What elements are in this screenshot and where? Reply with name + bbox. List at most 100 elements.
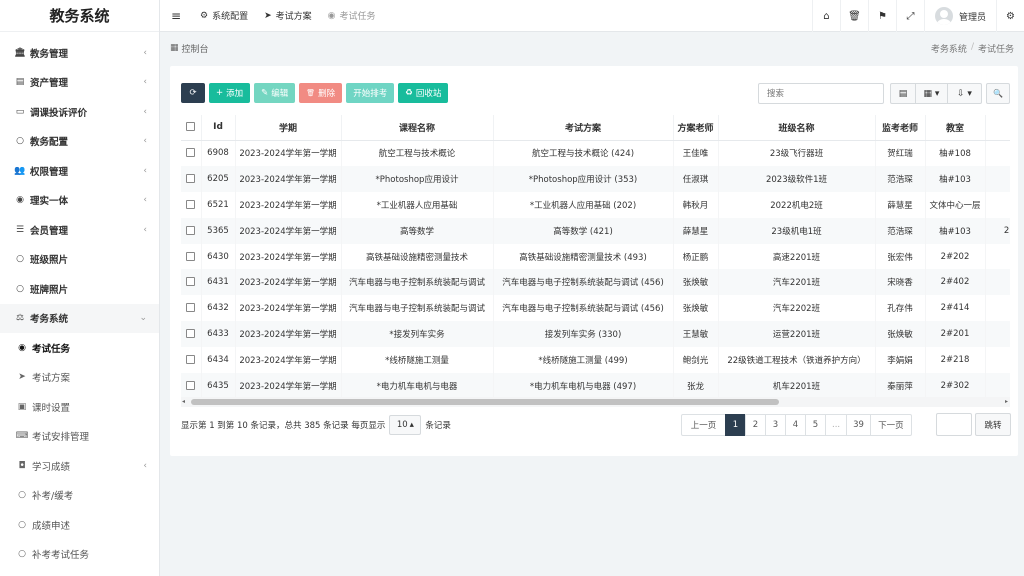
row-checkbox[interactable] [186,148,196,158]
sidebar-item[interactable]: ○ 班牌照片 [0,274,159,304]
checkbox-cell[interactable] [181,373,202,397]
row-checkbox[interactable] [186,355,196,365]
sidebar-item[interactable]: ☰ 会员管理 ‹ [0,215,159,245]
sidebar-item[interactable]: ⌨ 考试安排管理 [0,422,159,452]
table-row[interactable]: 6431 2023-2024学年第一学期 汽车电器与电子控制系统装配与调试 汽车电器与… [181,269,1010,296]
menu-toggle-icon[interactable]: ≡ [160,9,192,23]
top-tab[interactable]: ◉ 考试任务 [320,0,384,32]
checkbox-cell[interactable] [181,269,202,296]
search-input[interactable] [758,83,884,104]
row-checkbox[interactable] [186,277,196,287]
page-button[interactable]: 5 [805,414,826,436]
checkbox-cell[interactable] [181,347,202,374]
language-icon[interactable]: ⚑ [867,0,896,32]
table-cell: 2022机电2班 [718,191,876,218]
settings-icon[interactable]: ⚙ [996,0,1024,32]
sidebar-item[interactable]: ◉ 理实一体 ‹ [0,186,159,216]
page-size-select[interactable]: 10 ▴ [389,414,422,435]
home-icon[interactable]: ⌂ [811,0,840,32]
breadcrumb-item[interactable]: 考务系统 [931,42,967,55]
table-row[interactable]: 6433 2023-2024学年第一学期 *接发列车实务 接发列车实务 (330) 王慧… [181,321,1010,348]
table-cell: *电力机车电机与电器 (497) [493,373,674,397]
table-row[interactable]: 6434 2023-2024学年第一学期 *线桥隧施工测量 *线桥隧施工测量 (499… [181,347,1010,374]
table-cell: 23级飞行器班 [718,140,876,166]
page-button[interactable]: 1 [725,414,746,436]
sidebar-item[interactable]: ▣ 课时设置 [0,392,159,422]
trash-icon[interactable]: 🗑 [839,0,868,32]
sidebar-item[interactable]: ▤ 资产管理 ‹ [0,68,159,98]
sidebar-item[interactable]: ⚖ 考务系统 ⌄ [0,303,159,333]
next-page-button[interactable]: 下一页 [869,414,912,436]
prev-page-button[interactable]: 上一页 [681,414,726,436]
row-checkbox[interactable] [186,173,196,183]
sidebar-item[interactable]: ○ 成绩申述 [0,510,159,540]
arrange-exam-button[interactable]: 开始排考 [346,83,395,103]
delete-button[interactable]: 🗑 删除 [299,83,343,103]
row-checkbox[interactable] [186,329,196,339]
jump-button[interactable]: 跳转 [975,413,1011,436]
dashboard-link[interactable]: ▦ 控制台 [170,42,209,55]
horizontal-scrollbar[interactable]: ◂ ▸ [181,397,1010,407]
sidebar-item[interactable]: ○ 补考/缓考 [0,481,159,511]
table-cell [985,165,1010,192]
table-row[interactable]: 5365 2023-2024学年第一学期 高等数学 高等数学 (421) 薛慧星 23级机… [181,217,1010,244]
checkbox-cell[interactable] [181,165,202,192]
page-button[interactable]: 2 [745,414,766,436]
checkbox-cell[interactable] [181,217,202,244]
scroll-right-icon[interactable]: ▸ [1005,397,1008,407]
table-cell: 6431 [201,269,236,296]
columns-button[interactable]: ▦ ▾ [916,83,948,104]
row-checkbox[interactable] [186,199,196,209]
table-row[interactable]: 6521 2023-2024学年第一学期 *工业机器人应用基础 *工业机器人应用基础 … [181,191,1010,218]
table-row[interactable]: 6435 2023-2024学年第一学期 *电力机车电机与电器 *电力机车电机与电器 … [181,373,1010,397]
table-row[interactable]: 6908 2023-2024学年第一学期 航空工程与技术概论 航空工程与技术概论 (4… [181,140,1010,166]
page-button[interactable]: 3 [765,414,786,436]
toggle-view-button[interactable]: ▤ [890,83,916,104]
chevron-icon: ‹ [143,77,147,88]
sidebar-item[interactable]: ○ 补考考试任务 [0,540,159,570]
page-button[interactable]: 4 [785,414,806,436]
page-button[interactable]: 39 [846,414,871,436]
sidebar-item[interactable]: ➤ 考试方案 [0,363,159,393]
chevron-icon: ‹ [143,224,147,235]
edit-button[interactable]: ✎ 编辑 [254,83,296,103]
row-checkbox[interactable] [186,380,196,390]
sidebar-item[interactable]: 👥 权限管理 ‹ [0,156,159,186]
jump-page-input[interactable] [936,413,972,436]
recycle-bin-button[interactable]: ♻ 回收站 [398,83,449,103]
checkbox-cell[interactable] [181,295,202,322]
caret-up-icon: ▴ [409,419,414,430]
row-checkbox[interactable] [186,251,196,261]
scrollbar-thumb[interactable] [191,399,779,405]
sidebar-item[interactable]: ▭ 调课投诉评价 ‹ [0,97,159,127]
sidebar-item[interactable]: ◘ 学习成绩 ‹ [0,451,159,481]
row-checkbox[interactable] [186,303,196,313]
user-menu[interactable]: 管理员 [923,0,996,32]
top-tab[interactable]: ⚙ 系统配置 [192,0,256,32]
table-cell: 贺红瑞 [875,140,926,166]
export-button[interactable]: ⇩ ▾ [948,83,982,104]
checkbox-cell[interactable] [181,140,202,166]
breadcrumb: 考务系统 / 考试任务 [931,42,1014,55]
checkbox-cell[interactable] [181,321,202,348]
table-row[interactable]: 6205 2023-2024学年第一学期 *Photoshop应用设计 *Photos… [181,165,1010,192]
advanced-search-button[interactable]: 🔍 [986,83,1010,104]
scroll-left-icon[interactable]: ◂ [182,397,185,407]
table-row[interactable]: 6430 2023-2024学年第一学期 高铁基础设施精密测量技术 高铁基础设施精密测… [181,243,1010,270]
sidebar-item[interactable]: ○ 班级照片 [0,245,159,275]
table-cell: 张焕敏 [673,295,719,322]
table-row[interactable]: 6432 2023-2024学年第一学期 汽车电器与电子控制系统装配与调试 汽车电器与… [181,295,1010,322]
checkbox-cell[interactable] [181,243,202,270]
sidebar-item[interactable]: ○ 教务配置 ‹ [0,127,159,157]
row-checkbox[interactable] [186,225,196,235]
top-tab[interactable]: ➤ 考试方案 [256,0,320,32]
add-button[interactable]: + 添加 [209,83,251,103]
fullscreen-icon[interactable]: ⤢ [895,0,924,32]
sidebar-item[interactable]: ◉ 考试任务 [0,333,159,363]
checkbox-cell[interactable] [181,191,202,218]
select-all-checkbox[interactable] [186,122,196,132]
sidebar-item[interactable]: 🏛 教务管理 ‹ [0,38,159,68]
table-cell: 2: [985,217,1010,244]
header-checkbox-cell[interactable] [181,115,202,141]
refresh-button[interactable]: ⟳ [181,83,205,103]
